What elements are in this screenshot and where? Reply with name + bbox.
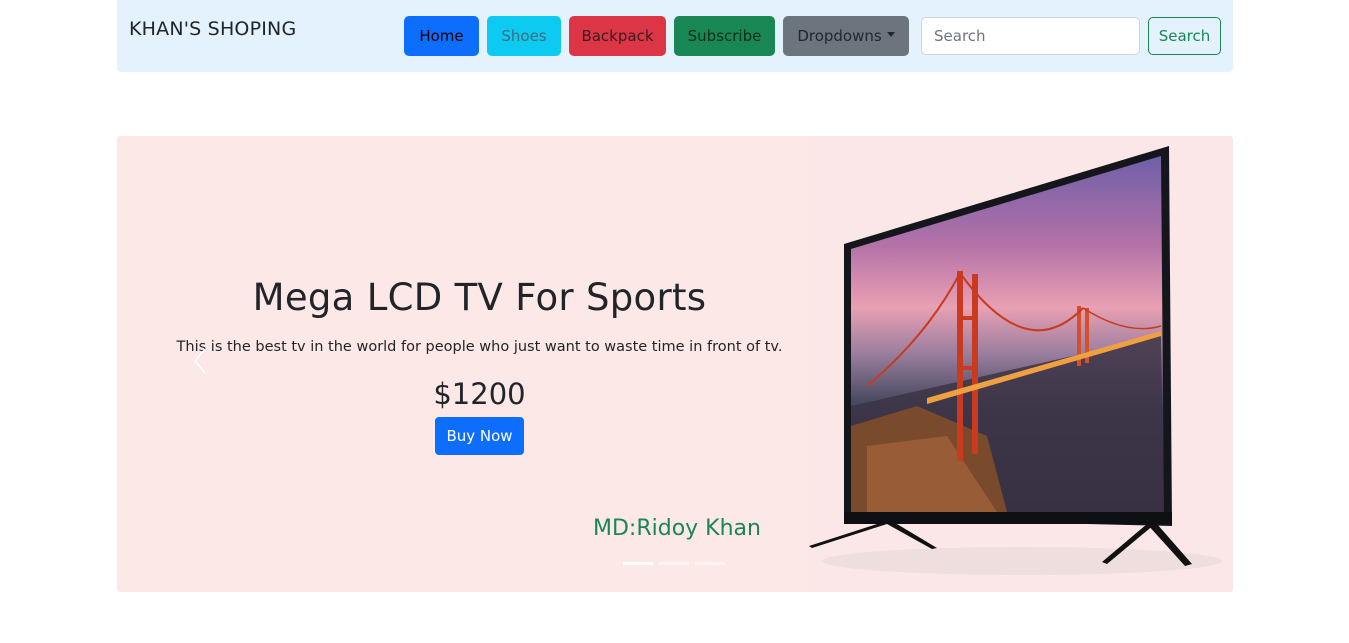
dropdowns-label: Dropdowns [797,27,882,45]
search-button[interactable]: Search [1148,17,1221,55]
brand-logo[interactable]: KHAN'S SHOPING [129,18,296,40]
chevron-left-icon [193,348,206,374]
tv-product-image [807,136,1233,592]
dropdowns-button[interactable]: Dropdowns [783,16,909,56]
navbar: KHAN'S SHOPING Home Shoes Backpack Subsc… [117,0,1233,72]
slide-caption: Mega LCD TV For Sports This is the best … [157,276,802,455]
caret-down-icon [886,32,895,37]
slide-title: Mega LCD TV For Sports [252,276,707,319]
backpack-button[interactable]: Backpack [569,16,666,56]
slide-description: This is the best tv in the world for peo… [176,339,783,355]
subscribe-button[interactable]: Subscribe [674,16,775,56]
carousel-prev-button[interactable] [180,331,220,391]
carousel-indicator[interactable] [659,562,689,565]
home-button[interactable]: Home [404,16,479,56]
carousel-indicator[interactable] [695,562,725,565]
slide-price: $1200 [433,377,526,411]
carousel-indicator[interactable] [623,562,653,565]
carousel-indicators [623,562,725,565]
carousel: Mega LCD TV For Sports This is the best … [117,136,1233,592]
shoes-button[interactable]: Shoes [487,16,561,56]
buy-now-button[interactable]: Buy Now [435,417,524,455]
author-credit: MD:Ridoy Khan [593,516,761,541]
search-input[interactable] [921,17,1140,55]
